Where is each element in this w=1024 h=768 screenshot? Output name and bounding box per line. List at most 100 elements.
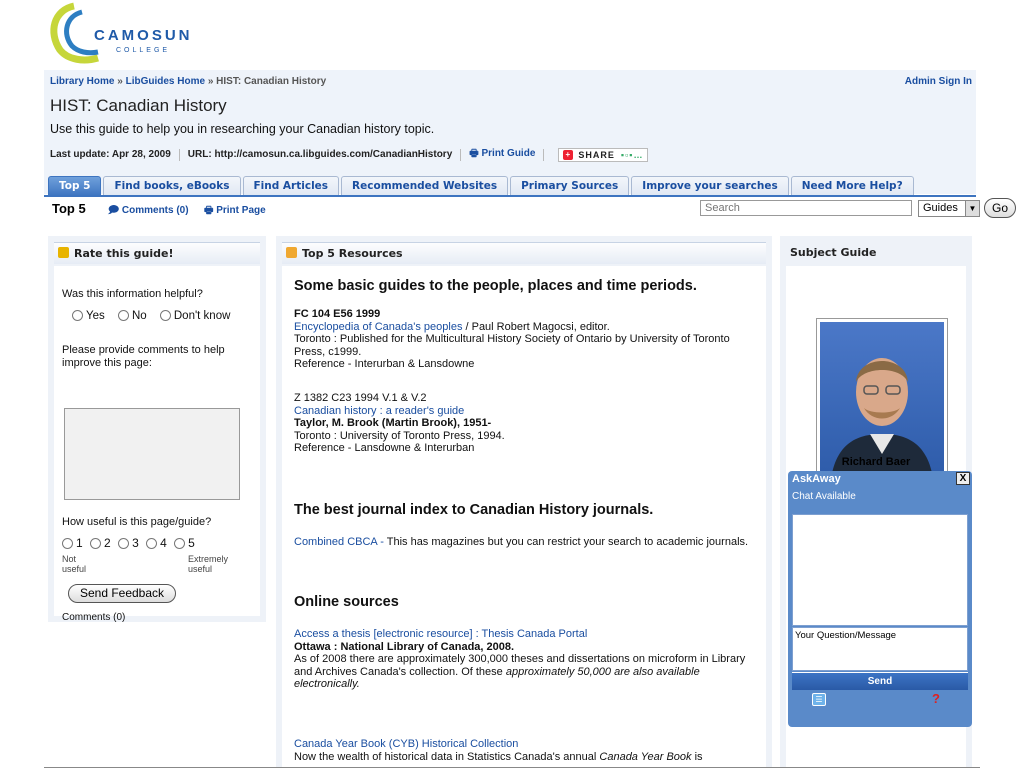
radio-3[interactable]: 3: [118, 536, 139, 550]
subject-guide-header: Subject Guide: [786, 242, 966, 264]
tab-primary-sources[interactable]: Primary Sources: [510, 176, 630, 196]
breadcrumb-current: HIST: Canadian History: [216, 76, 327, 87]
camosun-logo[interactable]: CAMOSUN COLLEGE: [44, 2, 214, 66]
resource-description: is: [691, 750, 703, 763]
resource-link-cbca[interactable]: Combined CBCA -: [294, 536, 387, 548]
admin-sign-in-link[interactable]: Admin Sign In: [905, 76, 972, 87]
heading-online-sources: Online sources: [294, 594, 399, 610]
tab-find-articles[interactable]: Find Articles: [242, 176, 340, 196]
scale-label: 3: [132, 536, 139, 550]
section-heading: The best journal index to Canadian Histo…: [294, 503, 758, 517]
resource-author: / Paul Robert Magocsi, editor.: [462, 320, 610, 333]
resource-link-encyclopedia[interactable]: Encyclopedia of Canada's peoples: [294, 321, 462, 333]
search-input[interactable]: [700, 200, 912, 216]
askaway-title: AskAway: [792, 473, 841, 485]
search-scope-select[interactable]: Guides ▼: [918, 200, 980, 217]
resource-location: Reference - Lansdowne & Interurban: [294, 442, 475, 454]
librarian-name: Richard Baer: [841, 456, 911, 468]
breadcrumb-sep: »: [207, 76, 214, 87]
heading-basic-guides: Some basic guides to the people, places …: [294, 278, 697, 294]
radio-circle-icon: [174, 538, 186, 549]
resources-body: Some basic guides to the people, places …: [282, 266, 766, 768]
radio-no[interactable]: No: [117, 310, 147, 322]
useful-question: How useful is this page/guide?: [62, 516, 212, 528]
chevron-down-icon: ▼: [965, 201, 979, 216]
chat-bubble-icon[interactable]: ☰: [812, 693, 826, 706]
breadcrumb-libguides-home[interactable]: LibGuides Home: [126, 76, 205, 87]
resource-item: Combined CBCA - This has magazines but y…: [294, 536, 758, 549]
radio-circle-icon: [118, 538, 130, 549]
social-bookmark-icons: ▪▫▪…: [620, 149, 644, 160]
radio-dont-know[interactable]: Don't know: [159, 310, 230, 322]
scale-label: 1: [76, 536, 83, 550]
search-scope-value: Guides: [923, 202, 958, 214]
comment-icon: 🗩: [108, 205, 122, 216]
tab-improve-searches[interactable]: Improve your searches: [631, 176, 789, 196]
resource-link-thesis-canada[interactable]: Access a thesis [electronic resource] : …: [294, 628, 758, 641]
radio-circle-icon: [62, 538, 73, 549]
helpful-options: Yes No Don't know: [72, 310, 230, 322]
tab-find-books[interactable]: Find books, eBooks: [103, 176, 241, 196]
logo-sub: COLLEGE: [116, 47, 170, 54]
radio-2[interactable]: 2: [90, 536, 111, 550]
share-label: SHARE: [578, 149, 615, 160]
document-icon: [286, 247, 297, 258]
chat-status: Chat Available: [792, 491, 856, 502]
rate-guide-box: Rate this guide! Was this information he…: [48, 236, 266, 623]
resource-item: Access a thesis [electronic resource] : …: [294, 628, 758, 691]
send-feedback-button[interactable]: Send Feedback: [68, 584, 176, 603]
radio-4[interactable]: 4: [146, 536, 167, 550]
print-guide-label: Print Guide: [481, 148, 536, 159]
tab-top-5[interactable]: Top 5: [48, 176, 102, 196]
yes-label: Yes: [86, 310, 105, 322]
resource-item: FC 104 E56 1999 Encyclopedia of Canada's…: [294, 308, 758, 371]
section-heading: Some basic guides to the people, places …: [294, 278, 758, 294]
go-button[interactable]: Go: [984, 198, 1016, 218]
tab-recommended-websites[interactable]: Recommended Websites: [341, 176, 509, 196]
resource-description: This has magazines but you can restrict …: [386, 536, 749, 548]
plus-icon: +: [563, 149, 574, 160]
rate-comments-link[interactable]: Comments (0): [62, 612, 125, 623]
rate-box-header: Rate this guide!: [54, 242, 260, 264]
comments-prompt: Please provide comments to help improve …: [62, 344, 225, 369]
print-guide-link[interactable]: 🖶 Print Guide: [469, 146, 535, 163]
chat-transcript: [792, 514, 968, 626]
resources-header: Top 5 Resources: [282, 242, 766, 264]
scale-label: 2: [104, 536, 111, 550]
rate-box-title: Rate this guide!: [74, 247, 174, 260]
last-update: Last update: Apr 28, 2009: [50, 149, 171, 160]
scale-high-label: Extremely useful: [188, 554, 229, 574]
comments-textarea[interactable]: [64, 408, 240, 500]
radio-5[interactable]: 5: [174, 536, 195, 550]
divider: [460, 148, 462, 161]
printer-icon: 🖶: [204, 205, 217, 216]
breadcrumb: Library Home » LibGuides Home » HIST: Ca…: [50, 76, 326, 87]
comments-link[interactable]: 🗩 Comments (0): [108, 203, 189, 220]
resource-link-canada-year-book[interactable]: Canada Year Book (CYB) Historical Collec…: [294, 738, 758, 751]
radio-circle-icon: [117, 310, 129, 321]
tab-need-more-help[interactable]: Need More Help?: [790, 176, 914, 196]
breadcrumb-library-home[interactable]: Library Home: [50, 76, 114, 87]
page-title: HIST: Canadian History: [50, 96, 227, 115]
pencil-icon: [58, 247, 69, 258]
radio-circle-icon: [146, 538, 158, 549]
useful-scale: 1 2 3 4 5: [62, 536, 195, 550]
chat-message-input[interactable]: Your Question/Message: [792, 627, 968, 671]
chat-send-button[interactable]: Send: [792, 672, 968, 690]
radio-1[interactable]: 1: [62, 536, 83, 550]
page-toolbar: Top 5 🗩 Comments (0) 🖶 Print Page Guides…: [44, 197, 1016, 220]
radio-circle-icon: [159, 310, 171, 321]
scale-low-label: Not useful: [62, 554, 87, 574]
help-icon[interactable]: ?: [932, 691, 940, 706]
resource-link-readers-guide[interactable]: Canadian history : a reader's guide: [294, 405, 758, 418]
resource-author: Taylor, M. Brook (Martin Brook), 1951-: [294, 417, 492, 429]
radio-yes[interactable]: Yes: [72, 310, 105, 322]
printer-icon: 🖶: [469, 148, 482, 159]
rate-box-body: Was this information helpful? Yes No Don…: [54, 266, 260, 623]
guide-meta: Last update: Apr 28, 2009 URL: http://ca…: [50, 146, 649, 163]
call-number: Z 1382 C23 1994 V.1 & V.2: [294, 392, 427, 404]
share-button[interactable]: + SHARE ▪▫▪…: [558, 147, 649, 162]
print-page-link[interactable]: 🖶 Print Page: [204, 203, 266, 220]
radio-circle-icon: [90, 538, 102, 549]
close-icon[interactable]: X: [956, 472, 970, 485]
